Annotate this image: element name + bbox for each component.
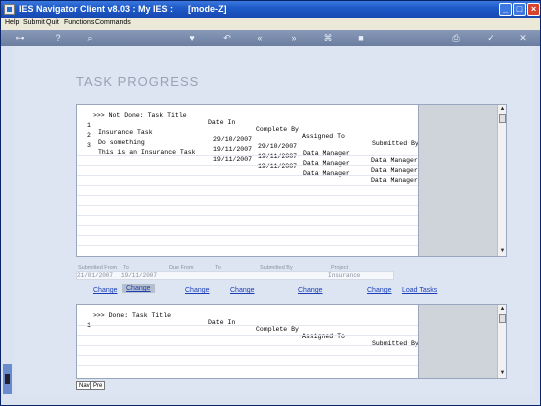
print-icon[interactable]: ⎙ [450,32,462,44]
scroll-thumb[interactable] [499,314,506,323]
scroll-down-icon[interactable]: ▼ [499,248,506,255]
row-number: 3 [87,142,91,149]
scroll-up-icon[interactable]: ▲ [499,106,506,113]
change-submitted-to-link[interactable]: Change [122,284,155,293]
date-in: 19/11/2007 [213,156,253,163]
app-window: IES Navigator Client v8.03 : My IES : [m… [0,0,541,406]
row-divider [77,215,418,216]
forward-icon[interactable]: » [288,32,300,44]
heart-icon[interactable]: ♥ [186,32,198,44]
menu-bar: Help Submit Quit Functions Commands [1,18,540,30]
app-logo-icon [4,4,15,15]
detail-panel [418,105,497,256]
key-icon[interactable]: ⊶ [9,32,31,44]
tab-pre[interactable]: Pre [90,381,106,390]
menu-functions[interactable]: Functions [64,19,94,26]
rewind-icon[interactable]: « [254,32,266,44]
menu-quit[interactable]: Quit [46,19,59,26]
stop-icon[interactable]: ■ [355,32,367,44]
vertical-scrollbar[interactable]: ▲ ▼ [497,105,506,256]
scroll-up-icon[interactable]: ▲ [499,306,506,313]
row-divider [77,365,418,366]
bookmark-icon[interactable]: ⌘ [322,32,334,44]
back-icon[interactable]: ↶ [221,32,233,44]
date-in: 19/11/2007 [213,146,253,153]
row-divider [77,345,418,346]
left-strip [1,46,15,405]
table-row[interactable]: 3 This is an Insurance Task 19/11/2007 1… [77,135,418,184]
row-divider [77,205,418,206]
side-panel-marker [5,374,10,384]
row-divider [77,355,418,356]
table-row[interactable]: 1 [77,315,418,329]
project-field[interactable]: Insurance [328,272,360,279]
window-title: IES Navigator Client v8.03 : My IES : [m… [19,4,227,14]
change-due-to-link[interactable]: Change [230,287,255,294]
detail-panel [418,305,497,378]
close-window-button[interactable]: × [527,3,540,16]
col-complete-by[interactable]: Complete By [256,326,299,333]
menu-commands[interactable]: Commands [95,19,131,26]
minimize-button[interactable]: _ [499,3,512,16]
row-divider [77,335,418,336]
row-divider [77,185,418,186]
scroll-thumb[interactable] [499,114,506,123]
change-submitted-by-link[interactable]: Change [298,287,323,294]
row-divider [77,325,418,326]
load-tasks-link[interactable]: Load Tasks [402,287,437,294]
main-content: TASK PROGRESS >>> Not Done: Task Title D… [15,46,535,405]
check-icon[interactable]: ✓ [485,32,497,44]
submitted-by: Data Manager [371,157,418,164]
menu-help[interactable]: Help [5,19,19,26]
title-bar: IES Navigator Client v8.03 : My IES : [m… [1,1,540,18]
table-row[interactable]: 2 Do something 19/11/2007 19/11/2007 Dat… [77,125,418,174]
submitted-from-field[interactable]: 21/01/2007 [77,272,113,279]
not-done-grid: >>> Not Done: Task Title Date In Complet… [76,104,507,257]
menu-submit[interactable]: Submit [23,19,45,26]
row-divider [77,245,418,246]
submitted-to-field[interactable]: 19/11/2007 [121,272,157,279]
submitted-by: Data Manager [371,167,418,174]
row-divider [77,155,418,156]
close-icon[interactable]: ✕ [517,32,529,44]
row-divider [77,165,418,166]
grid-header: >>> Not Done: Task Title Date In Complet… [77,105,419,147]
toolbar: ⊶ ? ⌕ ♥ ↶ « » ⌘ ■ ⎙ ✓ ✕ [1,30,540,46]
help-icon[interactable]: ? [52,32,64,44]
submitted-by: Data Manager [371,177,418,184]
table-row[interactable]: 1 Insurance Task 29/10/2007 29/10/2007 D… [77,115,418,164]
scroll-down-icon[interactable]: ▼ [499,370,506,377]
row-divider [77,195,418,196]
page-title: TASK PROGRESS [76,74,200,89]
change-project-link[interactable]: Change [367,287,392,294]
search-icon[interactable]: ⌕ [84,32,96,44]
status-bar [1,395,540,405]
grid-header: >>> Done: Task Title Date In Complete By… [77,305,419,347]
row-divider [77,235,418,236]
vertical-scrollbar[interactable]: ▲ ▼ [497,305,506,378]
maximize-button[interactable]: □ [513,3,526,16]
row-divider [77,175,418,176]
change-submitted-from-link[interactable]: Change [93,287,118,294]
change-due-from-link[interactable]: Change [185,287,210,294]
done-grid: >>> Done: Task Title Date In Complete By… [76,304,507,379]
row-divider [77,225,418,226]
